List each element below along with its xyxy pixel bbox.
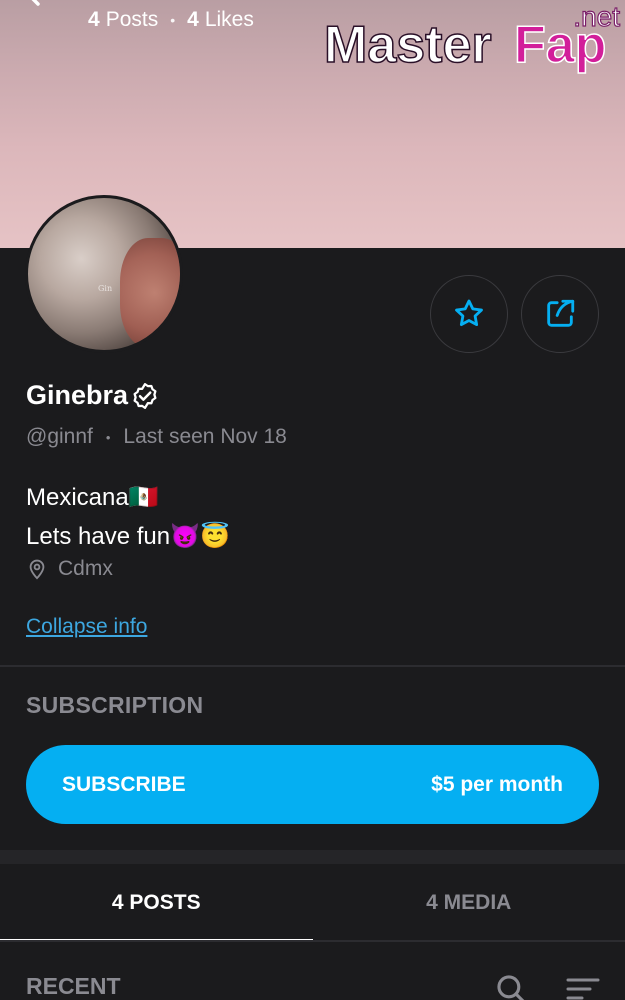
meta-separator: • <box>105 429 111 445</box>
watermark-logo: .net Master Fap <box>323 2 621 75</box>
search-icon[interactable] <box>494 972 528 1000</box>
profile-bio: Mexicana🇲🇽 Lets have fun😈😇 <box>26 478 230 556</box>
watermark-brand-accent: Fap <box>514 16 606 74</box>
tabs-border <box>0 940 625 942</box>
section-separator <box>0 850 625 864</box>
tab-media[interactable]: 4 MEDIA <box>313 864 625 942</box>
sort-icon[interactable] <box>566 976 600 1000</box>
tab-posts-label: 4 POSTS <box>111 891 201 914</box>
stats-separator: • <box>170 12 176 28</box>
content-tabs: 4 POSTS 4 MEDIA <box>0 864 625 942</box>
star-icon <box>455 299 483 327</box>
tab-posts[interactable]: 4 POSTS <box>0 864 313 942</box>
profile-handle: @ginnf <box>26 425 93 448</box>
bio-line: Mexicana🇲🇽 <box>26 484 159 511</box>
likes-count: 4 <box>187 8 199 31</box>
posts-label: Posts <box>105 8 159 31</box>
divider <box>0 665 625 667</box>
likes-label: Likes <box>204 8 254 31</box>
collapse-info-link[interactable]: Collapse info <box>26 615 147 639</box>
avatar-tag: Gin <box>98 284 113 293</box>
location-text: Cdmx <box>58 557 113 580</box>
feed-section-title: RECENT <box>26 973 121 999</box>
profile-location: Cdmx <box>26 557 113 581</box>
profile-stats: 4 Posts • 4 Likes <box>88 8 254 32</box>
subscribe-button[interactable]: SUBSCRIBE $5 per month <box>26 745 599 824</box>
last-seen: Last seen Nov 18 <box>123 425 287 448</box>
watermark-brand-main: Master <box>324 16 492 74</box>
profile-meta: @ginnf • Last seen Nov 18 <box>26 425 287 449</box>
tab-media-label: 4 MEDIA <box>426 891 512 914</box>
subscribe-price: $5 per month <box>431 772 563 796</box>
posts-count: 4 <box>88 8 100 31</box>
subscribe-label: SUBSCRIBE <box>62 772 186 796</box>
arrow-left-icon[interactable] <box>22 0 62 20</box>
avatar[interactable]: Gin <box>25 195 183 353</box>
profile-name: Ginebra <box>26 380 129 410</box>
verified-badge-icon <box>133 382 157 409</box>
avatar-photo-detail <box>120 238 180 348</box>
bio-line: Lets have fun😈😇 <box>26 523 230 550</box>
profile-name-row: Ginebra <box>26 380 160 411</box>
subscription-section-title: SUBSCRIPTION <box>26 692 204 718</box>
share-icon <box>547 299 575 327</box>
map-pin-icon <box>29 559 45 580</box>
share-button[interactable] <box>521 275 599 353</box>
favorite-button[interactable] <box>430 275 508 353</box>
